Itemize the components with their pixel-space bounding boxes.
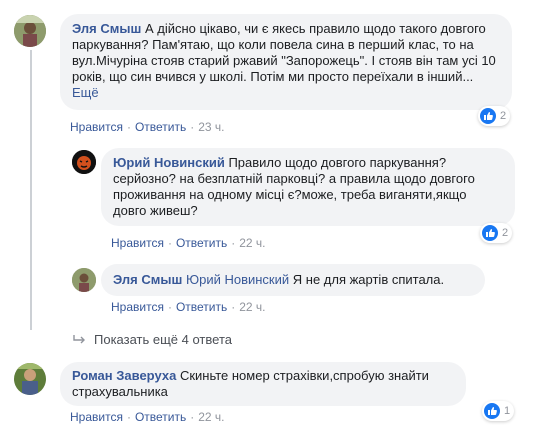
thumbs-up-icon	[480, 108, 496, 124]
avatar[interactable]	[72, 268, 96, 292]
thread-line	[30, 50, 32, 330]
show-more-label: Показать ещё 4 ответа	[94, 332, 232, 347]
comment-author[interactable]: Роман Заверуха	[72, 368, 176, 383]
comment-actions: Нравится · Ответить · 22 ч.	[70, 410, 225, 424]
comment-author[interactable]: Эля Смыш	[113, 272, 182, 287]
avatar[interactable]	[14, 363, 46, 395]
mention-link[interactable]: Юрий Новинский	[186, 272, 289, 287]
see-more-link[interactable]: Ещё	[72, 85, 99, 100]
reaction-number: 2	[502, 227, 509, 239]
like-link[interactable]: Нравится	[111, 300, 164, 314]
timestamp[interactable]: 22 ч.	[239, 236, 265, 250]
avatar[interactable]	[14, 15, 46, 47]
comment-actions: Нравится · Ответить · 22 ч.	[111, 300, 266, 314]
timestamp[interactable]: 22 ч.	[239, 300, 265, 314]
reply-link[interactable]: Ответить	[135, 410, 186, 424]
reply-arrow-icon	[72, 334, 86, 346]
like-link[interactable]: Нравится	[111, 236, 164, 250]
comment-bubble: Эля Смыш Юрий Новинский Я не для жартів …	[101, 264, 485, 296]
show-more-replies[interactable]: Показать ещё 4 ответа	[72, 332, 232, 347]
reply-link[interactable]: Ответить	[176, 300, 227, 314]
reaction-number: 1	[504, 405, 511, 417]
like-link[interactable]: Нравится	[70, 410, 123, 424]
reply-link[interactable]: Ответить	[135, 120, 186, 134]
avatar[interactable]	[72, 150, 96, 174]
like-link[interactable]: Нравится	[70, 120, 123, 134]
comment-bubble: Юрий Новинский Правило щодо довгого парк…	[101, 148, 515, 226]
reaction-number: 2	[500, 110, 507, 122]
comment-author[interactable]: Юрий Новинский	[113, 155, 225, 170]
reaction-count[interactable]: 2	[478, 106, 511, 126]
comment-bubble: Эля Смыш А дійсно цікаво, чи є якесь пра…	[60, 14, 512, 110]
comment-bubble: Роман Заверуха Скиньте номер страхівки,с…	[60, 362, 466, 406]
reply-link[interactable]: Ответить	[176, 236, 227, 250]
comment-actions: Нравится · Ответить · 23 ч.	[70, 120, 225, 134]
thumbs-up-icon	[484, 403, 500, 419]
reaction-count[interactable]: 2	[480, 223, 513, 243]
timestamp[interactable]: 22 ч.	[198, 410, 224, 424]
thumbs-up-icon	[482, 225, 498, 241]
timestamp[interactable]: 23 ч.	[198, 120, 224, 134]
comment-text: Я не для жартів спитала.	[292, 272, 445, 287]
comment-author[interactable]: Эля Смыш	[72, 21, 141, 36]
reaction-count[interactable]: 1	[482, 401, 515, 421]
comment-actions: Нравится · Ответить · 22 ч.	[111, 236, 266, 250]
